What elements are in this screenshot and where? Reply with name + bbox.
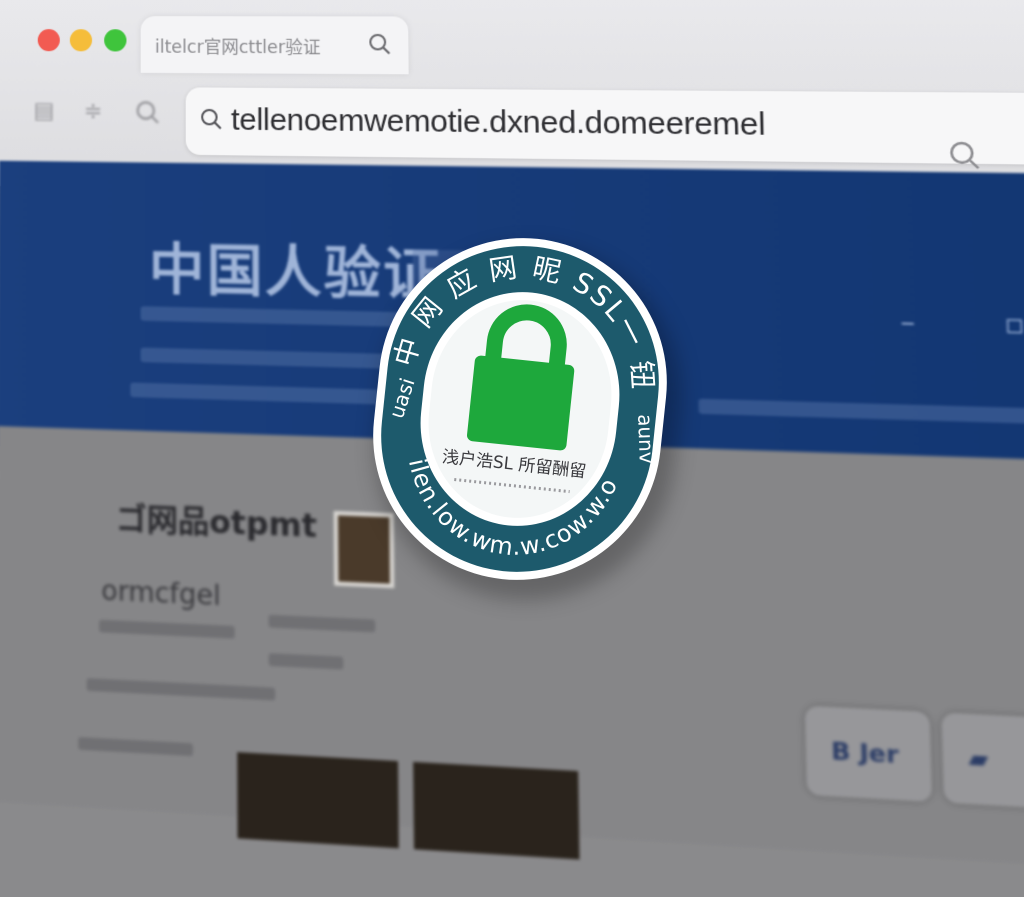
tab-title: iltelcr官网cttler验证	[155, 32, 321, 58]
text-line	[78, 737, 193, 756]
section-title: ゴ网品otpmt	[116, 492, 317, 546]
chat-button[interactable]: ▰	[941, 712, 1024, 809]
image-tile[interactable]	[413, 762, 579, 860]
sidebar-icon[interactable]: ▤	[33, 98, 54, 123]
image-tile[interactable]	[237, 752, 399, 848]
text-line	[268, 615, 375, 633]
square-icon[interactable]: ▫	[1004, 308, 1024, 341]
text-line	[99, 620, 235, 639]
ssl-seal: 中 网 应 网 昵 SSL一 钮 ilen.low.wm.w.cow.w.o u…	[352, 217, 687, 600]
browser-tab[interactable]: iltelcr官网cttler验证	[141, 16, 409, 74]
action-button[interactable]: B Jer	[805, 706, 932, 802]
ssl-seal-graphic: 中 网 应 网 昵 SSL一 钮 ilen.low.wm.w.cow.w.o u…	[352, 217, 687, 600]
minus-icon[interactable]: –	[900, 306, 916, 339]
url-text[interactable]: tellenoemwemotie.dxned.domeeremel	[231, 103, 766, 143]
search-icon[interactable]	[948, 140, 981, 175]
text-line	[269, 653, 344, 669]
search-icon	[200, 108, 223, 135]
close-window-button[interactable]	[38, 29, 60, 51]
maximize-window-button[interactable]	[104, 29, 126, 51]
hero-text-line	[698, 399, 1024, 426]
share-icon[interactable]: ≑	[84, 99, 103, 125]
search-icon[interactable]	[135, 99, 162, 132]
text-line	[87, 678, 276, 700]
action-button-label: B Jer	[831, 738, 899, 770]
search-icon[interactable]	[368, 33, 391, 60]
chat-icon: ▰	[968, 745, 989, 774]
section-subtitle: ormcfgel	[101, 576, 220, 613]
badge-right-text: aunv	[633, 414, 659, 464]
minimize-window-button[interactable]	[70, 29, 92, 51]
address-bar[interactable]: tellenoemwemotie.dxned.domeeremel	[186, 87, 1024, 166]
